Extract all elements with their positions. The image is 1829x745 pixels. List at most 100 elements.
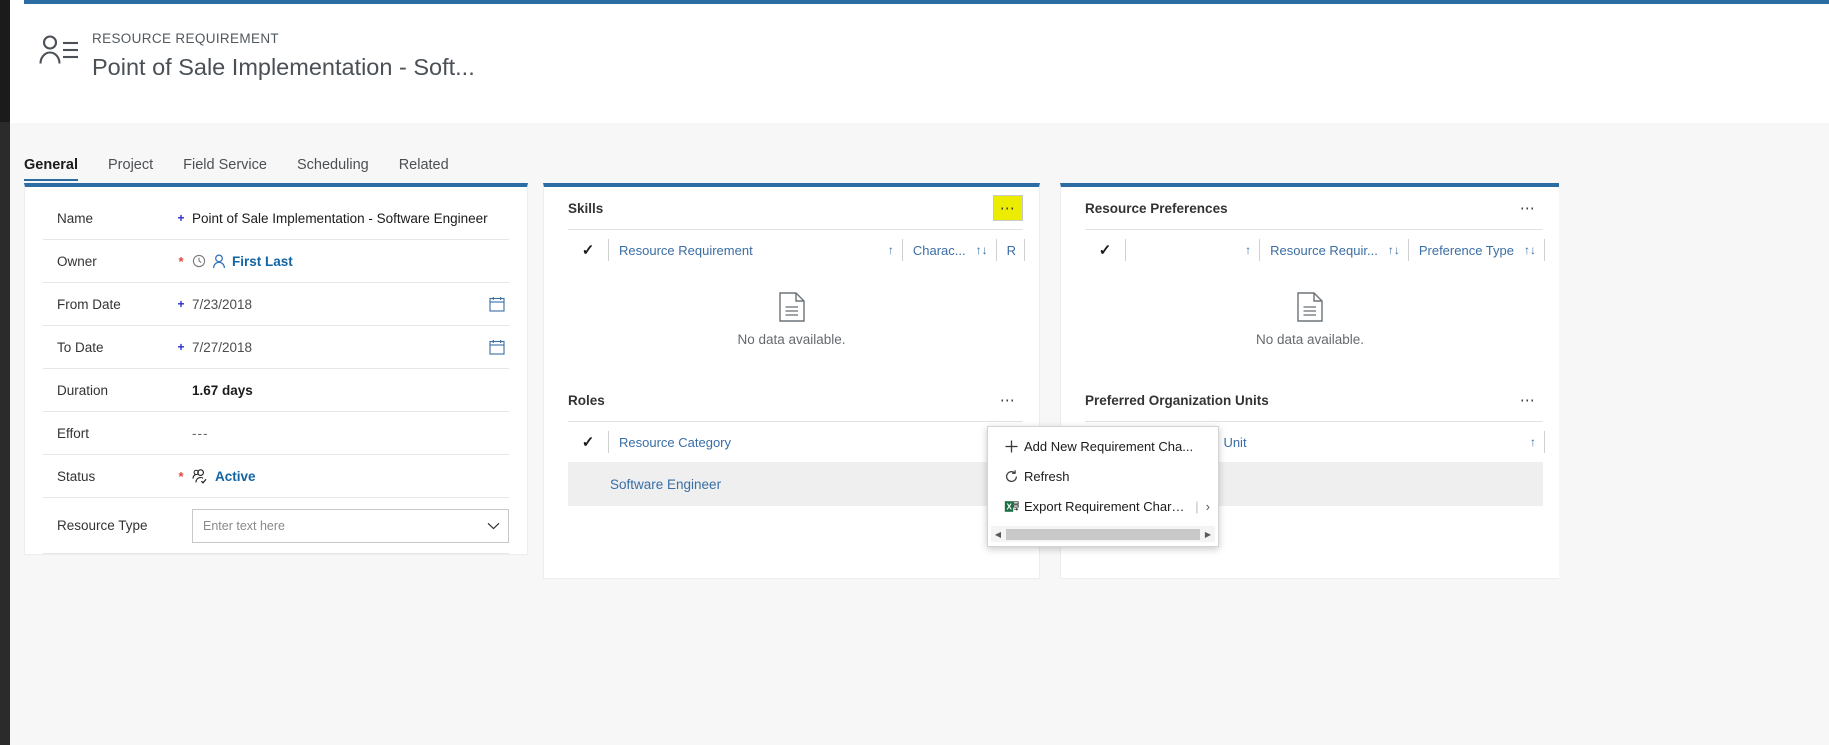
resource-preferences-more-commands-button[interactable]: ⋯ (1513, 195, 1543, 221)
required-indicator-name: + (177, 211, 185, 225)
general-form: Name + Point of Sale Implementation - So… (25, 187, 527, 554)
status-link[interactable]: Active (215, 469, 256, 484)
menu-item-export-requirement-characteristics[interactable]: X Export Requirement Charac... | › (988, 491, 1218, 521)
calendar-icon-to-date[interactable] (489, 339, 509, 355)
sort-asc-icon[interactable]: ↑ (878, 243, 894, 257)
tab-strip: General Project Field Service Scheduling… (10, 123, 1829, 183)
required-indicator-status: * (178, 468, 184, 484)
label-name: Name (57, 210, 94, 226)
label-resource-type: Resource Type (57, 518, 148, 533)
resource-preferences-section: Resource Preferences ⋯ ✓ ↑ Resource Requ… (1061, 187, 1559, 373)
roles-select-all-checkmark[interactable]: ✓ (568, 433, 608, 451)
value-effort: --- (192, 425, 209, 441)
sort-asc-icon[interactable]: ↑ (1520, 435, 1536, 449)
label-duration: Duration (57, 382, 109, 398)
field-row-to-date: To Date + 7/27/2018 (43, 326, 509, 369)
tab-project[interactable]: Project (108, 157, 153, 183)
resource-requirement-icon (36, 28, 82, 74)
entity-type-label: RESOURCE REQUIREMENT (92, 31, 280, 46)
roles-more-commands-button[interactable]: ⋯ (993, 387, 1023, 413)
tab-scheduling[interactable]: Scheduling (297, 157, 369, 183)
header-text-block: RESOURCE REQUIREMENT Point of Sale Imple… (92, 28, 475, 82)
form-body: Name + Point of Sale Implementation - So… (10, 183, 1829, 745)
required-indicator-owner: * (178, 253, 184, 269)
no-data-document-icon (1297, 292, 1323, 322)
skills-column-rating[interactable]: R (995, 239, 1025, 261)
resource-type-placeholder: Enter text here (203, 518, 285, 533)
skills-grid-header: ✓ Resource Requirement ↑ Charac... ↑↓ R (558, 230, 1025, 270)
value-to-date[interactable]: 7/27/2018 (192, 340, 489, 355)
no-data-document-icon (778, 292, 805, 322)
preferred-org-units-title: Preferred Organization Units (1085, 392, 1269, 408)
skills-title: Skills (568, 200, 604, 216)
skills-roles-card: Skills ⋯ ✓ Resource Requirement ↑ Charac… (543, 183, 1040, 579)
resource-preferences-column-resource-requirement[interactable]: Resource Requir... ↑↓ (1259, 239, 1408, 261)
skills-col0-label: Resource Requirement (619, 242, 753, 258)
skills-section: Skills ⋯ ✓ Resource Requirement ↑ Charac… (544, 187, 1039, 373)
value-status[interactable]: Active (192, 469, 509, 484)
roles-header: Roles ⋯ (558, 379, 1025, 421)
label-status: Status (57, 468, 96, 484)
value-owner[interactable]: First Last (192, 254, 509, 269)
context-menu-horizontal-scrollbar[interactable]: ◀ ▶ (991, 526, 1215, 542)
menu-item-label: Refresh (1024, 468, 1070, 484)
menu-item-refresh[interactable]: Refresh (988, 461, 1218, 491)
skills-context-menu: Add New Requirement Cha... Refresh X Exp… (987, 426, 1219, 547)
menu-separator: | (1195, 498, 1199, 514)
field-row-resource-type: Resource Type Enter text here (43, 498, 509, 554)
preferred-org-units-more-commands-button[interactable]: ⋯ (1513, 387, 1543, 413)
field-row-status: Status * Active (43, 455, 509, 498)
chevron-right-icon[interactable]: › (1206, 499, 1210, 514)
resource-preferences-column-first[interactable]: ↑ (1125, 239, 1259, 261)
roles-row-value[interactable]: Software Engineer (610, 477, 721, 492)
label-effort: Effort (57, 425, 90, 441)
resource-preferences-empty-text: No data available. (1255, 332, 1365, 347)
value-name[interactable]: Point of Sale Implementation - Software … (192, 211, 509, 226)
scroll-left-arrow-icon[interactable]: ◀ (991, 530, 1005, 539)
chevron-down-icon[interactable] (487, 522, 500, 530)
required-indicator-from-date: + (177, 297, 185, 311)
sort-asc-icon[interactable]: ↑ (1235, 243, 1251, 257)
resource-preferences-title: Resource Preferences (1085, 200, 1228, 216)
table-row[interactable]: Software Engineer (568, 462, 1023, 506)
tab-field-service[interactable]: Field Service (183, 157, 267, 183)
skills-column-characteristic[interactable]: Charac... ↑↓ (901, 239, 996, 261)
field-row-from-date: From Date + 7/23/2018 (43, 283, 509, 326)
roles-column-resource-category[interactable]: Resource Category ↑ (608, 431, 1025, 453)
left-rail-lower (0, 122, 10, 745)
sort-both-icon[interactable]: ↑↓ (1514, 243, 1536, 257)
resource-preferences-column-preference-type[interactable]: Preference Type ↑↓ (1407, 239, 1545, 261)
rp-col1-label: Resource Requir... (1270, 242, 1378, 258)
general-section-card: Name + Point of Sale Implementation - So… (24, 183, 528, 555)
field-row-duration: Duration 1.67 days (43, 369, 509, 412)
calendar-icon-from-date[interactable] (489, 296, 509, 312)
record-header: RESOURCE REQUIREMENT Point of Sale Imple… (24, 4, 1829, 123)
resource-preferences-select-all-checkmark[interactable]: ✓ (1085, 241, 1125, 259)
skills-column-resource-requirement[interactable]: Resource Requirement ↑ (608, 239, 902, 261)
skills-col2-label: R (1006, 242, 1016, 258)
svg-text:X: X (1006, 502, 1012, 511)
menu-item-submenu-group[interactable]: | › (1187, 499, 1210, 514)
tab-general[interactable]: General (24, 157, 78, 183)
skills-empty-text: No data available. (737, 332, 846, 347)
value-from-date[interactable]: 7/23/2018 (192, 297, 489, 312)
app-root: RESOURCE REQUIREMENT Point of Sale Imple… (0, 0, 1829, 745)
preferred-org-units-header: Preferred Organization Units ⋯ (1075, 379, 1545, 421)
scroll-right-arrow-icon[interactable]: ▶ (1201, 530, 1215, 539)
owner-link[interactable]: First Last (232, 254, 293, 269)
scrollbar-thumb[interactable] (1006, 528, 1200, 540)
skills-select-all-checkmark[interactable]: ✓ (568, 241, 608, 259)
resource-preferences-header: Resource Preferences ⋯ (1075, 187, 1545, 229)
user-icon (212, 254, 226, 269)
label-to-date: To Date (57, 339, 104, 355)
resource-type-combobox[interactable]: Enter text here (192, 508, 509, 543)
skills-header: Skills ⋯ (558, 187, 1025, 229)
field-row-name: Name + Point of Sale Implementation - So… (43, 197, 509, 240)
sort-both-icon[interactable]: ↑↓ (966, 243, 988, 257)
value-duration: 1.67 days (192, 382, 253, 398)
menu-item-add-new-requirement-characteristic[interactable]: Add New Requirement Cha... (988, 431, 1218, 461)
roles-col0-label: Resource Category (619, 434, 731, 450)
skills-more-commands-button[interactable]: ⋯ (993, 195, 1023, 221)
sort-both-icon[interactable]: ↑↓ (1378, 243, 1400, 257)
tab-related[interactable]: Related (399, 157, 449, 183)
